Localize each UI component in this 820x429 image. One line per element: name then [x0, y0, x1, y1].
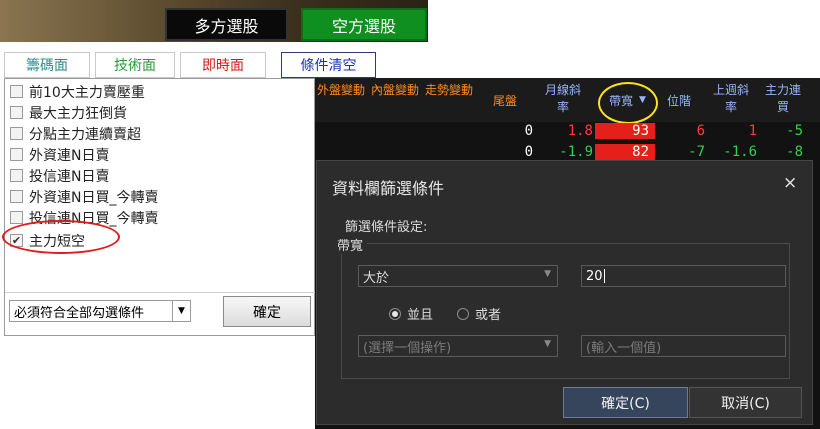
checkbox[interactable] [10, 211, 23, 224]
column-header[interactable]: 主力連買 [763, 82, 803, 120]
checkbox[interactable] [10, 85, 23, 98]
field-label: 帶寬 [333, 235, 368, 254]
dialog-title: 資料欄篩選條件 [332, 179, 445, 198]
filter-option[interactable]: 前10大主力賣壓重 [10, 81, 145, 102]
column-header[interactable]: 外盤變動 [317, 82, 365, 120]
filter-panel: 前10大主力賣壓重 最大主力狂倒貨 分點主力連續賣超 外資連N日賣 投信連N日賣… [2, 78, 316, 336]
tab-technical[interactable]: 技術面 [95, 52, 175, 78]
chevron-down-icon: ▼ [544, 269, 551, 279]
chevron-down-icon: ▼ [544, 339, 551, 349]
divider [5, 292, 316, 293]
table-row[interactable]: 0 1.8 93 6 1 -5 [315, 123, 820, 143]
tab-chips[interactable]: 籌碼面 [4, 52, 90, 78]
checkbox[interactable] [10, 169, 23, 182]
ok-button[interactable]: 確定(C) [563, 387, 688, 418]
tab-realtime[interactable]: 即時面 [180, 52, 266, 78]
confirm-button[interactable]: 確定 [223, 296, 311, 327]
long-stock-picker-button[interactable]: 多方選股 [165, 8, 288, 41]
radio-icon[interactable] [457, 307, 469, 320]
value-input[interactable]: 20 [581, 265, 786, 287]
chevron-down-icon[interactable]: ▼ [172, 301, 190, 321]
match-mode-select[interactable]: 必須符合全部勾選條件 ▼ [9, 300, 191, 322]
filter-option[interactable]: 分點主力連續賣超 [10, 123, 141, 144]
filter-option[interactable]: 外資連N日賣 [10, 144, 109, 165]
short-stock-picker-button[interactable]: 空方選股 [301, 8, 427, 41]
radio-or[interactable]: 或者 [457, 304, 501, 323]
checkbox[interactable] [10, 127, 23, 140]
close-icon[interactable]: × [783, 173, 797, 193]
clear-conditions-button[interactable]: 條件清空 [281, 52, 376, 78]
column-header[interactable]: 內盤變動 [371, 82, 419, 120]
filter-condition-dialog: 資料欄篩選條件 × 篩選條件設定: 帶寬 大於 ▼ 20 並且 或者 (選擇一個… [316, 160, 813, 425]
operator-select[interactable]: 大於 ▼ [358, 265, 558, 287]
highlight-ellipse [598, 82, 658, 124]
filter-option[interactable]: 外資連N日買_今轉賣 [10, 186, 158, 207]
checkbox[interactable] [10, 190, 23, 203]
radio-selected-icon[interactable] [389, 307, 401, 320]
highlight-ellipse [2, 220, 120, 254]
value-input-2[interactable]: (輸入一個值) [581, 335, 786, 357]
filter-option[interactable]: 最大主力狂倒貨 [10, 102, 127, 123]
cancel-button[interactable]: 取消(C) [689, 387, 802, 418]
settings-label: 篩選條件設定: [345, 220, 428, 235]
column-header[interactable]: 走勢變動 [425, 82, 473, 120]
column-header[interactable]: 尾盤 [485, 82, 525, 120]
radio-and[interactable]: 並且 [389, 304, 433, 323]
operator-select-2[interactable]: (選擇一個操作) ▼ [358, 335, 558, 357]
column-header[interactable]: 上週斜率 [711, 82, 751, 120]
checkbox[interactable] [10, 106, 23, 119]
text-cursor [603, 269, 605, 283]
checkbox[interactable] [10, 148, 23, 161]
filter-option[interactable]: 投信連N日賣 [10, 165, 109, 186]
grid-header: 外盤變動 內盤變動 走勢變動 尾盤 月線斜率 帶寬 ▼ 位階 上週斜率 主力連買 [315, 78, 820, 124]
column-header[interactable]: 位階 [661, 82, 697, 120]
column-header[interactable]: 月線斜率 [543, 82, 583, 120]
